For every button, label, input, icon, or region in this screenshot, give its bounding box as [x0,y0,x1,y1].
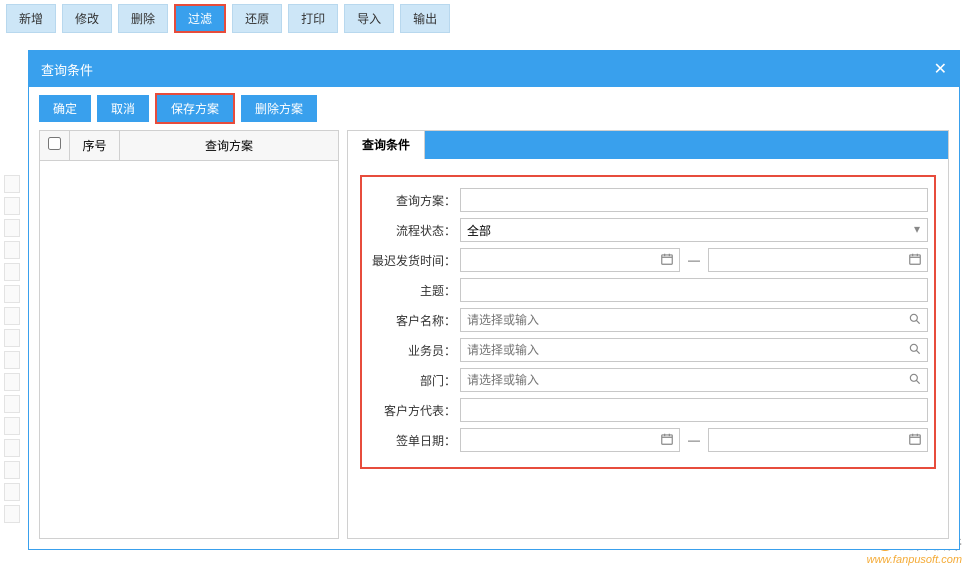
modal-body: 序号 查询方案 查询条件 查询方案： [29,130,959,549]
sign-date-from-input[interactable] [460,428,680,452]
main-toolbar: 新增 修改 删除 过滤 还原 打印 导入 输出 [0,0,970,37]
range-dash: — [684,253,704,267]
modal-header: 查询条件 ✕ [29,51,959,87]
customer-label: 客户名称： [368,312,460,329]
filter-highlight: 过滤 [174,4,226,33]
subject-input[interactable] [460,278,928,302]
dept-input[interactable] [460,368,928,392]
scheme-input[interactable] [460,188,928,212]
brand-url: www.fanpusoft.com [867,554,962,566]
delete-button[interactable]: 删除 [118,4,168,33]
customer-input[interactable] [460,308,928,332]
search-icon[interactable] [908,312,922,329]
form-wrap: 查询方案： 流程状态： [348,159,948,538]
modal-title: 查询条件 [41,60,93,79]
salesman-label: 业务员： [368,342,460,359]
edit-button[interactable]: 修改 [62,4,112,33]
restore-button[interactable]: 还原 [232,4,282,33]
close-icon[interactable]: ✕ [934,59,947,79]
calendar-icon[interactable] [660,432,674,449]
calendar-icon[interactable] [660,252,674,269]
cancel-button[interactable]: 取消 [97,95,149,122]
header-no: 序号 [70,131,120,160]
tab-query-conditions[interactable]: 查询条件 [348,131,425,159]
background-list-hints [4,175,20,527]
scheme-label: 查询方案： [368,192,460,209]
tab-bar: 查询条件 [348,131,948,159]
import-button[interactable]: 导入 [344,4,394,33]
calendar-icon[interactable] [908,252,922,269]
save-scheme-highlight: 保存方案 [155,93,235,124]
scheme-table: 序号 查询方案 [39,130,339,539]
sign-date-label: 签单日期： [368,432,460,449]
select-all-checkbox[interactable] [48,137,61,150]
query-form-panel: 查询条件 查询方案： 流程状态： [347,130,949,539]
status-label: 流程状态： [368,222,460,239]
cust-rep-input[interactable] [460,398,928,422]
dept-label: 部门： [368,372,460,389]
cust-rep-label: 客户方代表： [368,402,460,419]
ok-button[interactable]: 确定 [39,95,91,122]
save-scheme-button[interactable]: 保存方案 [157,95,233,122]
salesman-input[interactable] [460,338,928,362]
range-dash: — [684,433,704,447]
scheme-table-body [40,161,338,538]
latest-ship-to-input[interactable] [708,248,928,272]
sign-date-to-input[interactable] [708,428,928,452]
header-scheme: 查询方案 [120,131,338,160]
latest-ship-label: 最迟发货时间： [368,252,460,269]
calendar-icon[interactable] [908,432,922,449]
search-icon[interactable] [908,342,922,359]
scheme-table-header: 序号 查询方案 [40,131,338,161]
print-button[interactable]: 打印 [288,4,338,33]
subject-label: 主题： [368,282,460,299]
query-modal: 查询条件 ✕ 确定 取消 保存方案 删除方案 序号 查询方案 查询条件 [28,50,960,550]
status-select[interactable] [460,218,928,242]
latest-ship-from-input[interactable] [460,248,680,272]
export-button[interactable]: 输出 [400,4,450,33]
add-button[interactable]: 新增 [6,4,56,33]
delete-scheme-button[interactable]: 删除方案 [241,95,317,122]
search-icon[interactable] [908,372,922,389]
form-highlight-box: 查询方案： 流程状态： [360,175,936,469]
header-checkbox-cell [40,131,70,160]
modal-toolbar: 确定 取消 保存方案 删除方案 [29,87,959,130]
filter-button[interactable]: 过滤 [176,6,224,31]
